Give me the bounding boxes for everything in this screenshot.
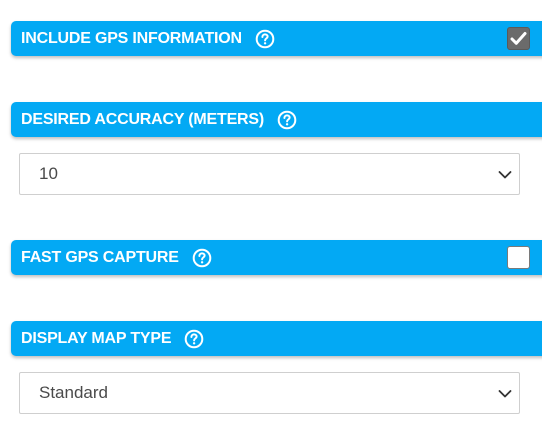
- fast-gps-label: FAST GPS CAPTURE: [21, 248, 179, 266]
- question-circle-icon[interactable]: [184, 329, 204, 349]
- fast-gps-header: FAST GPS CAPTURE: [11, 240, 542, 275]
- include-gps-label: INCLUDE GPS INFORMATION: [21, 29, 242, 47]
- map-type-label: DISPLAY MAP TYPE: [21, 329, 172, 347]
- question-circle-icon[interactable]: [277, 110, 297, 130]
- include-gps-checkbox[interactable]: [507, 27, 530, 50]
- map-type-value: Standard: [39, 383, 108, 402]
- desired-accuracy-select[interactable]: 10: [19, 153, 520, 195]
- desired-accuracy-label: DESIRED ACCURACY (METERS): [21, 110, 265, 128]
- question-circle-icon[interactable]: [192, 248, 212, 268]
- chevron-down-icon: [498, 387, 512, 401]
- gps-settings-panel: INCLUDE GPS INFORMATION DESIRED ACCURACY…: [0, 0, 542, 441]
- desired-accuracy-header: DESIRED ACCURACY (METERS): [11, 102, 542, 137]
- checkmark-icon: [510, 32, 527, 45]
- include-gps-header: INCLUDE GPS INFORMATION: [11, 21, 542, 56]
- desired-accuracy-value: 10: [39, 164, 58, 183]
- map-type-select[interactable]: Standard: [19, 372, 520, 414]
- fast-gps-checkbox[interactable]: [507, 246, 530, 269]
- map-type-header: DISPLAY MAP TYPE: [11, 321, 542, 356]
- chevron-down-icon: [498, 168, 512, 182]
- question-circle-icon[interactable]: [255, 29, 275, 49]
